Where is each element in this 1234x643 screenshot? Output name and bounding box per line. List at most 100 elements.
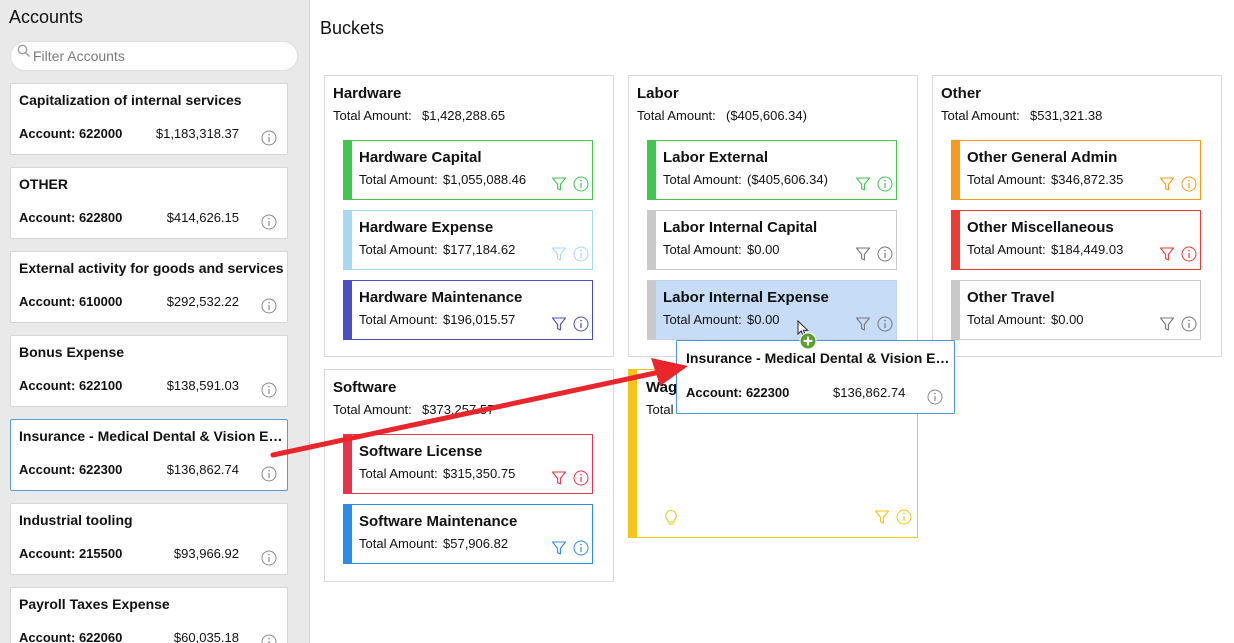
lightbulb-icon xyxy=(663,509,679,527)
account-name: Capitalization of internal services xyxy=(19,92,242,108)
bucket-total-label: Total Amount: xyxy=(359,312,438,327)
bucket-labor-internal-capital[interactable]: Labor Internal Capital Total Amount: $0.… xyxy=(647,210,897,270)
account-card[interactable]: OTHER Account: 622800 $414,626.15 xyxy=(10,167,288,239)
bucket-total-label: Total Amount: xyxy=(967,312,1046,327)
bucket-total-value: $57,906.82 xyxy=(443,536,509,551)
bucket-labor-external[interactable]: Labor External Total Amount: ($405,606.3… xyxy=(647,140,897,200)
bucket-other-travel[interactable]: Other Travel Total Amount: $0.00 xyxy=(951,280,1201,340)
group-total-value: $373,257.57 xyxy=(422,402,495,417)
bucket-labor-internal-expense-drop-target[interactable]: Labor Internal Expense Total Amount: $0.… xyxy=(647,280,897,340)
bucket-group-hardware: Hardware Total Amount: $1,428,288.65 Har… xyxy=(324,75,614,357)
bucket-total-label: Total Amount: xyxy=(967,172,1046,187)
account-number: Account: 610000 xyxy=(19,294,123,309)
filter-icon[interactable] xyxy=(551,176,567,192)
filter-icon[interactable] xyxy=(874,509,890,525)
filter-accounts-search[interactable] xyxy=(10,41,298,71)
bucket-total-value: $0.00 xyxy=(747,312,780,327)
bucket-software-maintenance[interactable]: Software Maintenance Total Amount: $57,9… xyxy=(343,504,593,564)
account-card-selected[interactable]: Insurance - Medical Dental & Vision Expe… xyxy=(10,419,288,491)
info-icon[interactable] xyxy=(261,130,277,146)
account-card[interactable]: Payroll Taxes Expense Account: 622060 $6… xyxy=(10,587,288,643)
info-icon[interactable] xyxy=(927,389,943,405)
filter-icon[interactable] xyxy=(551,540,567,556)
info-icon[interactable] xyxy=(573,176,589,192)
account-amount: $136,862.74 xyxy=(166,462,239,477)
filter-icon[interactable] xyxy=(551,246,567,262)
bucket-hardware-capital[interactable]: Hardware Capital Total Amount: $1,055,08… xyxy=(343,140,593,200)
bucket-total-value: $0.00 xyxy=(747,242,780,257)
info-icon[interactable] xyxy=(573,540,589,556)
search-icon xyxy=(16,43,32,59)
info-icon[interactable] xyxy=(261,214,277,230)
filter-icon[interactable] xyxy=(551,470,567,486)
group-total-label: Total Amount: xyxy=(637,108,716,123)
account-amount: $60,035.18 xyxy=(173,630,239,643)
bucket-name: Other General Admin xyxy=(967,149,1118,166)
info-icon[interactable] xyxy=(1181,316,1197,332)
filter-icon[interactable] xyxy=(551,316,567,332)
account-name: Industrial tooling xyxy=(19,512,133,528)
bucket-name: Labor Internal Capital xyxy=(663,219,818,236)
filter-icon[interactable] xyxy=(855,316,871,332)
bucket-total-label: Total Amount: xyxy=(967,242,1046,257)
account-card[interactable]: Capitalization of internal services Acco… xyxy=(10,83,288,155)
filter-icon[interactable] xyxy=(855,246,871,262)
account-number: Account: 622300 xyxy=(686,385,790,400)
bucket-other-miscellaneous[interactable]: Other Miscellaneous Total Amount: $184,4… xyxy=(951,210,1201,270)
info-icon[interactable] xyxy=(261,382,277,398)
bucket-name: Hardware Capital xyxy=(359,149,482,166)
bucket-name: Other Miscellaneous xyxy=(967,219,1114,236)
info-icon[interactable] xyxy=(261,298,277,314)
bucket-total-value: $1,055,088.46 xyxy=(443,172,527,187)
account-card[interactable]: External activity for goods and services… xyxy=(10,251,288,323)
bucket-hardware-expense[interactable]: Hardware Expense Total Amount: $177,184.… xyxy=(343,210,593,270)
info-icon[interactable] xyxy=(573,316,589,332)
account-card[interactable]: Industrial tooling Account: 215500 $93,9… xyxy=(10,503,288,575)
bucket-total-label: Total Amount: xyxy=(359,536,438,551)
group-total-label: Total Amount: xyxy=(941,108,1020,123)
account-name: Payroll Taxes Expense xyxy=(19,596,170,612)
bucket-name: Other Travel xyxy=(967,289,1055,306)
info-icon[interactable] xyxy=(896,509,912,525)
filter-icon[interactable] xyxy=(1159,316,1175,332)
account-amount: $93,966.92 xyxy=(173,546,239,561)
bucket-software-license[interactable]: Software License Total Amount: $315,350.… xyxy=(343,434,593,494)
bucket-total-label: Total Amount: xyxy=(359,466,438,481)
filter-icon[interactable] xyxy=(1159,176,1175,192)
account-name: External activity for goods and services xyxy=(19,260,284,276)
bucket-other-general-admin[interactable]: Other General Admin Total Amount: $346,8… xyxy=(951,140,1201,200)
account-name: Bonus Expense xyxy=(19,344,125,360)
group-total-label: Total Amount: xyxy=(333,402,412,417)
info-icon[interactable] xyxy=(877,316,893,332)
bucket-group-software: Software Total Amount: $373,257.57 Softw… xyxy=(324,369,614,582)
bucket-name: Labor Internal Expense xyxy=(663,289,829,306)
group-name: Software xyxy=(333,379,397,396)
account-number: Account: 622300 xyxy=(19,462,123,477)
info-icon[interactable] xyxy=(1181,246,1197,262)
group-name: Wag xyxy=(646,379,678,396)
filter-icon[interactable] xyxy=(855,176,871,192)
bucket-total-value: $346,872.35 xyxy=(1051,172,1124,187)
info-icon[interactable] xyxy=(573,246,589,262)
add-icon xyxy=(799,332,817,350)
info-icon[interactable] xyxy=(261,634,277,643)
account-name: Insurance - Medical Dental & Vision Expe… xyxy=(19,428,287,444)
account-number: Account: 622060 xyxy=(19,630,123,643)
filter-accounts-input[interactable] xyxy=(31,45,291,67)
info-icon[interactable] xyxy=(261,550,277,566)
bucket-name: Software Maintenance xyxy=(359,513,518,530)
info-icon[interactable] xyxy=(261,466,277,482)
filter-icon[interactable] xyxy=(1159,246,1175,262)
info-icon[interactable] xyxy=(877,176,893,192)
account-card[interactable]: Bonus Expense Account: 622100 $138,591.0… xyxy=(10,335,288,407)
group-name: Labor xyxy=(637,85,679,102)
info-icon[interactable] xyxy=(877,246,893,262)
bucket-hardware-maintenance[interactable]: Hardware Maintenance Total Amount: $196,… xyxy=(343,280,593,340)
dragged-account-card[interactable]: Insurance - Medical Dental & Vision Expe… xyxy=(676,340,955,414)
bucket-total-value: $0.00 xyxy=(1051,312,1084,327)
info-icon[interactable] xyxy=(1181,176,1197,192)
info-icon[interactable] xyxy=(573,470,589,486)
bucket-total-label: Total Amount: xyxy=(663,172,742,187)
account-name: OTHER xyxy=(19,176,68,192)
bucket-group-labor: Labor Total Amount: ($405,606.34) Labor … xyxy=(628,75,918,357)
